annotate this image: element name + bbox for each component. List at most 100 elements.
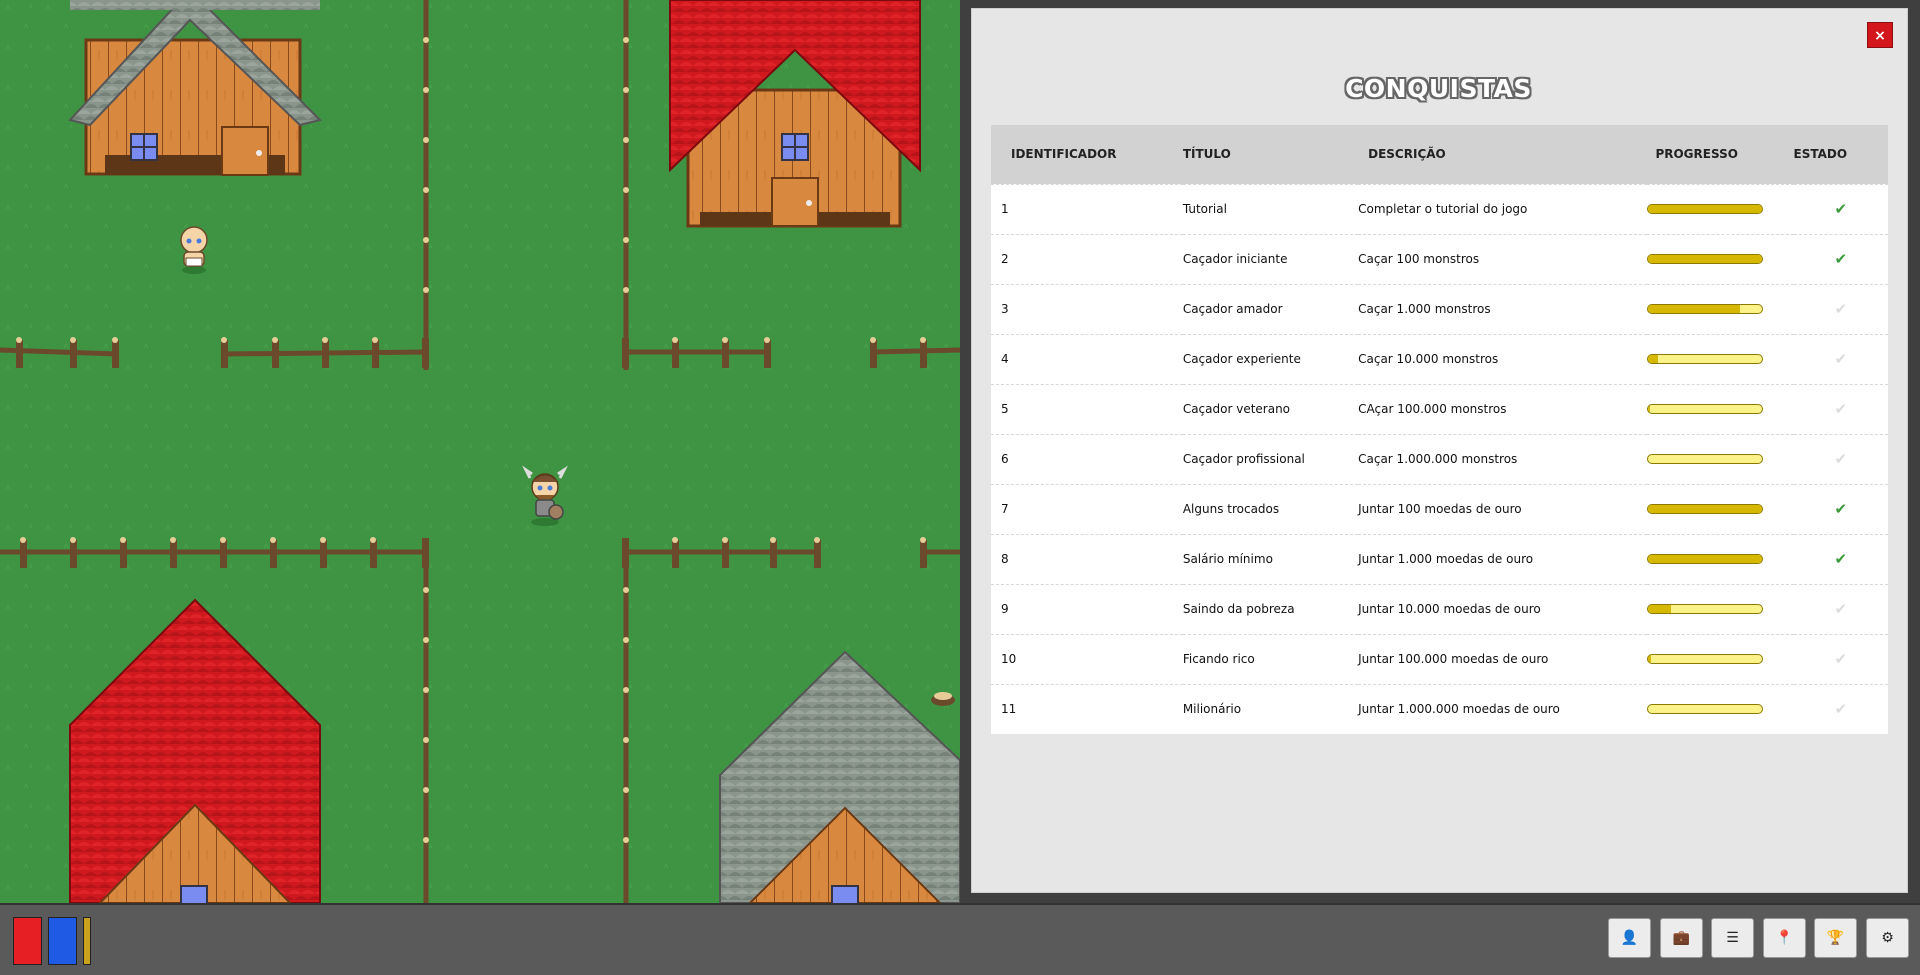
table-row: 7 Alguns trocados Juntar 100 moedas de our…	[991, 483, 1888, 534]
health-bar	[13, 917, 42, 965]
cell-progress	[1647, 283, 1794, 334]
cell-progress	[1647, 683, 1794, 734]
cell-description: Caçar 1.000.000 monstros	[1358, 433, 1648, 484]
cell-state: ✔	[1793, 433, 1888, 484]
health-bar-fill	[14, 918, 41, 964]
cell-title: Milionário	[1182, 683, 1359, 734]
cell-progress	[1647, 183, 1794, 234]
panel-title: CONQUISTAS	[1345, 74, 1532, 103]
cell-description: Juntar 100 moedas de ouro	[1358, 483, 1648, 534]
cell-id: 4	[991, 333, 1183, 384]
experience-bar	[83, 917, 91, 965]
cell-id: 6	[991, 433, 1183, 484]
cell-id: 7	[991, 483, 1183, 534]
cell-id: 1	[991, 183, 1183, 234]
checkmark-icon: ✔	[1834, 550, 1848, 568]
gear-icon: ⚙	[1881, 930, 1894, 946]
cell-description: Juntar 100.000 moedas de ouro	[1358, 633, 1648, 684]
cell-title: Salário mínimo	[1182, 533, 1359, 584]
checkmark-icon: ✔	[1834, 500, 1848, 518]
checkmark-icon: ✔	[1834, 700, 1848, 718]
column-header-title: TÍTULO	[1182, 147, 1231, 162]
map-button[interactable]: 📍	[1763, 918, 1806, 958]
cell-title: Saindo da pobreza	[1182, 583, 1359, 634]
progress-bar-fill	[1648, 255, 1763, 263]
experience-bar-fill	[84, 918, 90, 964]
progress-bar-fill	[1648, 405, 1650, 413]
cell-progress	[1647, 233, 1794, 284]
checkmark-icon: ✔	[1834, 300, 1848, 318]
mana-bar-fill	[49, 918, 76, 964]
cell-progress	[1647, 583, 1794, 634]
house-red-top-right	[669, 0, 921, 228]
progress-bar-fill	[1648, 305, 1740, 313]
cell-description: Caçar 1.000 monstros	[1358, 283, 1648, 334]
table-header-row: IDENTIFICADOR TÍTULO DESCRIÇÃO PROGRESSO…	[991, 125, 1888, 184]
cell-description: Juntar 10.000 moedas de ouro	[1358, 583, 1648, 634]
cell-title: Caçador iniciante	[1182, 233, 1359, 284]
progress-bar-fill	[1648, 655, 1651, 663]
table-row: 10 Ficando rico Juntar 100.000 moedas de o…	[991, 633, 1888, 684]
cell-state: ✔	[1793, 283, 1888, 334]
character-button[interactable]: 👤	[1608, 918, 1651, 958]
cell-id: 10	[991, 633, 1183, 684]
progress-bar	[1647, 254, 1764, 264]
cell-title: Caçador veterano	[1182, 383, 1359, 434]
column-header-state: ESTADO	[1793, 147, 1848, 162]
progress-bar	[1647, 554, 1764, 564]
table-row: 1 Tutorial Completar o tutorial do jogo ✔	[991, 183, 1888, 234]
cell-description: Caçar 10.000 monstros	[1358, 333, 1648, 384]
progress-bar-fill	[1648, 605, 1672, 613]
mana-bar	[48, 917, 77, 965]
achievements-button[interactable]: 🏆	[1814, 918, 1857, 958]
progress-bar-fill	[1648, 205, 1763, 213]
cell-id: 3	[991, 283, 1183, 334]
progress-bar	[1647, 604, 1764, 614]
cell-title: Caçador experiente	[1182, 333, 1359, 384]
checkmark-icon: ✔	[1834, 450, 1848, 468]
progress-bar	[1647, 204, 1764, 214]
cell-id: 8	[991, 533, 1183, 584]
cell-state: ✔	[1793, 183, 1888, 234]
cell-description: Juntar 1.000.000 moedas de ouro	[1358, 683, 1648, 734]
inventory-button[interactable]: 💼	[1660, 918, 1703, 958]
cell-title: Caçador amador	[1182, 283, 1359, 334]
cell-state: ✔	[1793, 383, 1888, 434]
cell-id: 5	[991, 383, 1183, 434]
cell-description: CAçar 100.000 monstros	[1358, 383, 1648, 434]
briefcase-icon: 💼	[1672, 930, 1691, 946]
cell-title: Caçador profissional	[1182, 433, 1359, 484]
cell-title: Alguns trocados	[1182, 483, 1359, 534]
cell-state: ✔	[1793, 683, 1888, 734]
quests-button[interactable]: ☰	[1711, 918, 1754, 958]
column-header-progress: PROGRESSO	[1655, 147, 1738, 162]
list-icon: ☰	[1726, 930, 1739, 946]
cell-state: ✔	[1793, 633, 1888, 684]
cell-id: 9	[991, 583, 1183, 634]
checkmark-icon: ✔	[1834, 400, 1848, 418]
progress-bar	[1647, 504, 1764, 514]
cell-state: ✔	[1793, 583, 1888, 634]
settings-button[interactable]: ⚙	[1866, 918, 1909, 958]
trophy-icon: 🏆	[1826, 930, 1845, 946]
game-world[interactable]	[0, 0, 960, 903]
cell-title: Ficando rico	[1182, 633, 1359, 684]
checkmark-icon: ✔	[1834, 600, 1848, 618]
progress-bar	[1647, 404, 1764, 414]
column-header-description: DESCRIÇÃO	[1368, 147, 1446, 162]
cell-id: 11	[991, 683, 1183, 734]
cell-description: Juntar 1.000 moedas de ouro	[1358, 533, 1648, 584]
cell-description: Caçar 100 monstros	[1358, 233, 1648, 284]
cell-progress	[1647, 433, 1794, 484]
cell-state: ✔	[1793, 533, 1888, 584]
cell-progress	[1647, 533, 1794, 584]
progress-bar	[1647, 704, 1764, 714]
cell-state: ✔	[1793, 233, 1888, 284]
close-button[interactable]: ×	[1867, 22, 1893, 48]
checkmark-icon: ✔	[1834, 200, 1848, 218]
progress-bar-fill	[1648, 355, 1658, 363]
cell-id: 2	[991, 233, 1183, 284]
table-row: 9 Saindo da pobreza Juntar 10.000 moedas d…	[991, 583, 1888, 634]
table-row: 2 Caçador iniciante Caçar 100 monstros ✔	[991, 233, 1888, 284]
progress-bar	[1647, 304, 1764, 314]
